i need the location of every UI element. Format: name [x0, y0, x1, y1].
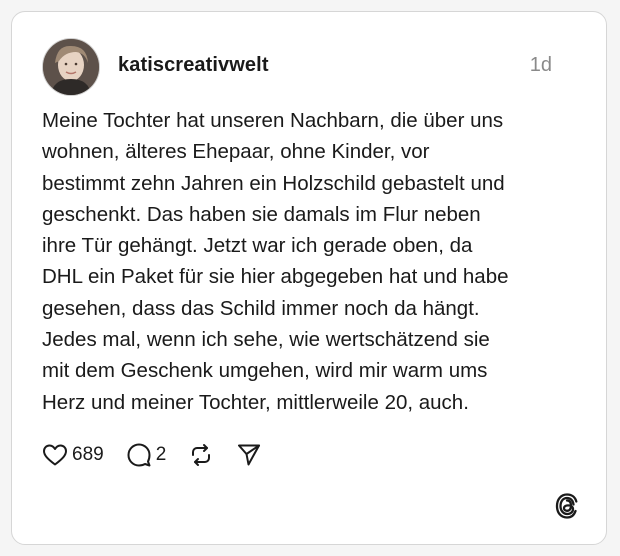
reply-button[interactable]: 2 [126, 442, 167, 468]
like-count: 689 [72, 444, 104, 465]
post-text: Meine Tochter hat unseren Nachbarn, die … [42, 109, 509, 414]
share-button[interactable] [236, 442, 262, 468]
threads-logo-icon[interactable] [554, 492, 580, 520]
username[interactable]: katiscreativwelt [118, 54, 269, 77]
post-card: katiscreativwelt 1d Meine Tochter hat un… [11, 11, 607, 545]
reply-count: 2 [155, 444, 167, 465]
send-icon [236, 442, 262, 468]
like-button[interactable]: 689 [42, 443, 104, 467]
repost-button[interactable] [188, 442, 214, 468]
action-bar: 689 2 [42, 440, 284, 470]
comment-icon [126, 442, 152, 468]
heart-icon [42, 443, 68, 467]
avatar[interactable] [42, 38, 100, 96]
repost-icon [188, 442, 214, 468]
post-timestamp: 1d [529, 54, 552, 76]
